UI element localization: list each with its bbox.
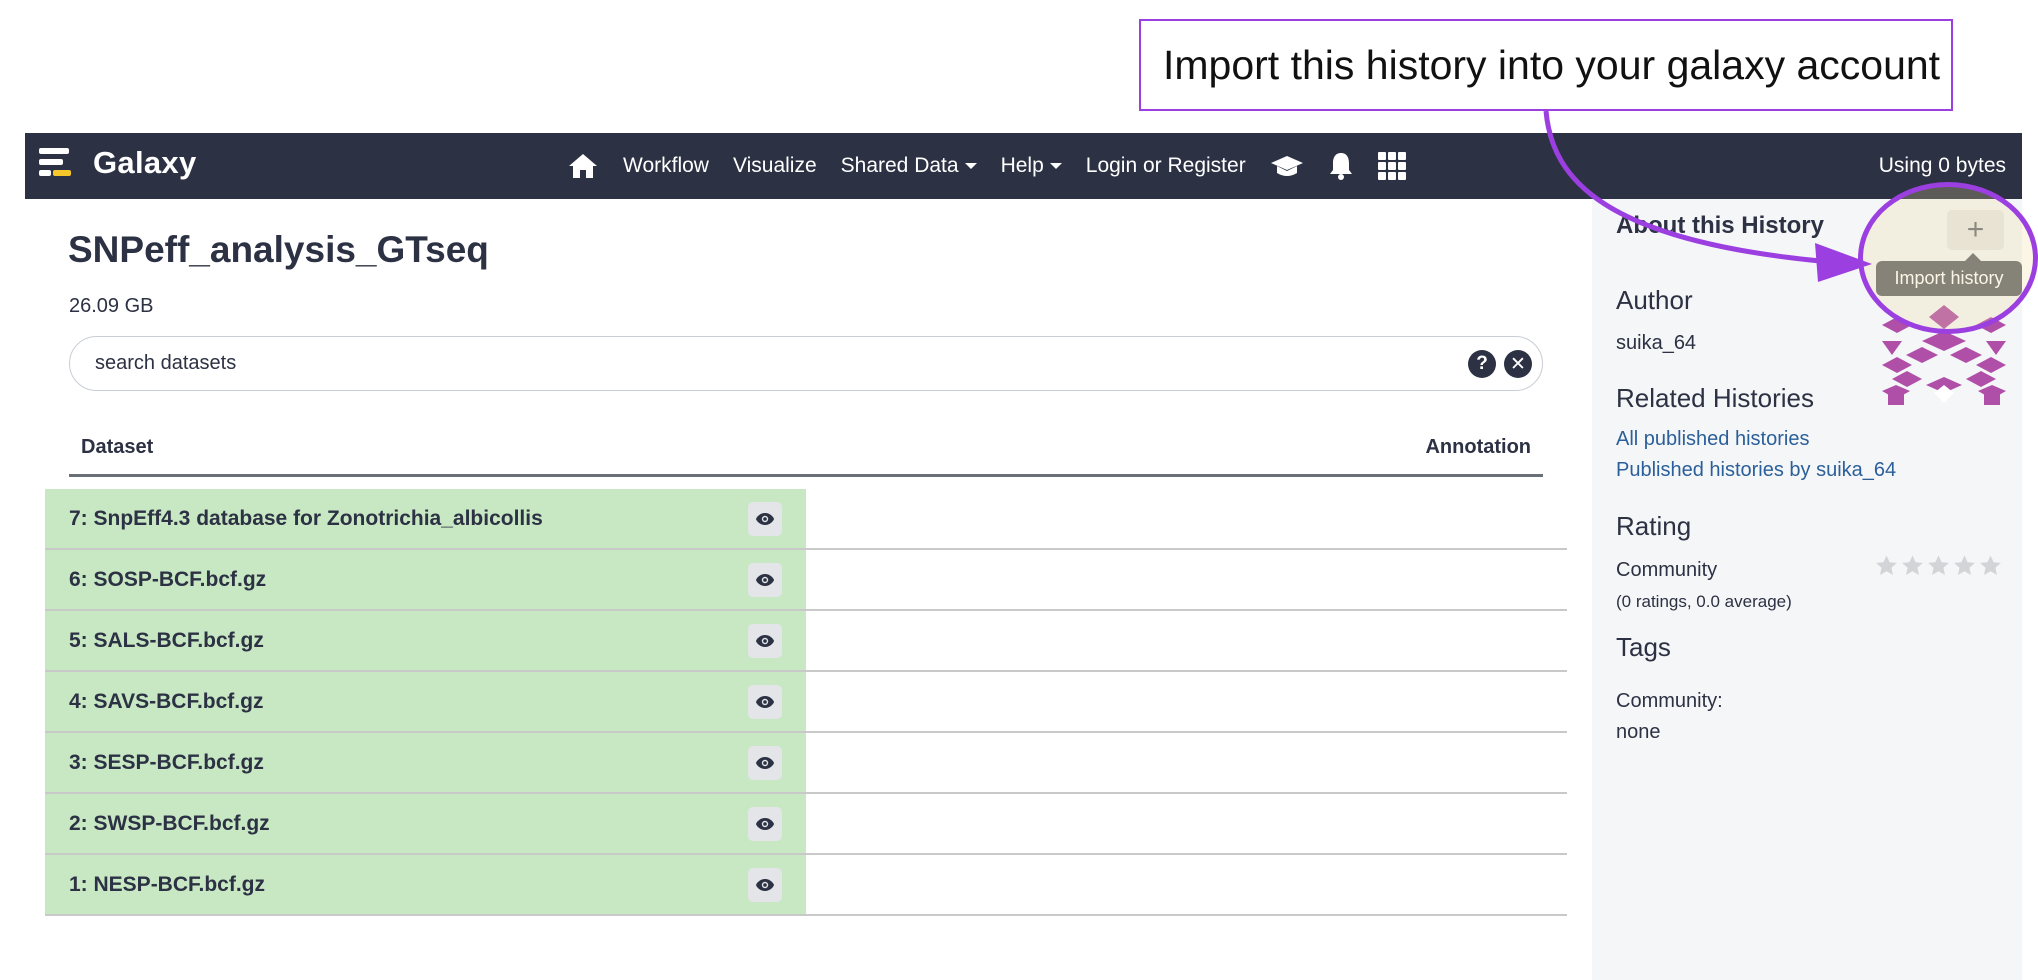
- quota-usage-label: Using 0 bytes: [1878, 154, 2006, 177]
- star-icon[interactable]: [1978, 554, 2003, 578]
- dataset-annotation: [806, 611, 1567, 670]
- history-title: SNPeff_analysis_GTseq: [68, 229, 489, 270]
- dataset-name: 5: SALS-BCF.bcf.gz: [69, 628, 264, 652]
- history-size: 26.09 GB: [69, 295, 154, 317]
- top-navbar: Galaxy Workflow Visualize Shared Data He…: [25, 133, 2022, 199]
- dataset-item[interactable]: 5: SALS-BCF.bcf.gz: [45, 611, 806, 670]
- column-header-dataset[interactable]: Dataset: [81, 436, 153, 459]
- dataset-annotation: [806, 672, 1567, 731]
- dataset-row: 1: NESP-BCF.bcf.gz: [45, 855, 1567, 916]
- brand-name: Galaxy: [93, 145, 197, 180]
- tags-heading: Tags: [1616, 632, 1671, 662]
- nav-menu: Workflow Visualize Shared Data Help Logi…: [567, 133, 1430, 199]
- eye-icon[interactable]: [748, 807, 782, 841]
- datasets-table-header: Dataset Annotation: [69, 430, 1543, 477]
- nav-help[interactable]: Help: [1001, 154, 1062, 178]
- author-heading: Author: [1616, 285, 1693, 315]
- dataset-row: 7: SnpEff4.3 database for Zonotrichia_al…: [45, 489, 1567, 550]
- import-button-highlight: [1858, 182, 2038, 334]
- eye-icon[interactable]: [748, 746, 782, 780]
- star-icon[interactable]: [1952, 554, 1977, 578]
- star-icon[interactable]: [1900, 554, 1925, 578]
- dataset-item[interactable]: 7: SnpEff4.3 database for Zonotrichia_al…: [45, 489, 806, 548]
- eye-icon[interactable]: [748, 624, 782, 658]
- dataset-name: 1: NESP-BCF.bcf.gz: [69, 872, 266, 896]
- community-tags-label: Community:: [1616, 690, 1723, 712]
- dataset-name: 3: SESP-BCF.bcf.gz: [69, 750, 264, 774]
- dataset-row: 4: SAVS-BCF.bcf.gz: [45, 672, 1567, 733]
- datasets-list: 7: SnpEff4.3 database for Zonotrichia_al…: [45, 489, 1567, 916]
- graduation-cap-icon[interactable]: [1270, 153, 1304, 179]
- chevron-down-icon: [964, 163, 977, 169]
- chevron-down-icon: [1049, 163, 1062, 169]
- published-by-author-link[interactable]: Published histories by suika_64: [1616, 459, 1896, 482]
- galaxy-logo-icon: [39, 146, 71, 180]
- clear-icon[interactable]: ✕: [1504, 350, 1532, 378]
- nav-visualize-label: Visualize: [732, 154, 817, 177]
- nav-help-label: Help: [1000, 154, 1044, 177]
- about-heading: About this History: [1616, 212, 1824, 239]
- dataset-name: 6: SOSP-BCF.bcf.gz: [69, 567, 267, 591]
- home-icon[interactable]: [567, 152, 599, 180]
- annotation-callout-text: Import this history into your galaxy acc…: [1163, 41, 1941, 88]
- star-icon[interactable]: [1926, 554, 1951, 578]
- eye-icon[interactable]: [748, 563, 782, 597]
- brand[interactable]: Galaxy: [39, 145, 197, 181]
- nav-workflow-label: Workflow: [623, 154, 709, 177]
- help-icon[interactable]: ?: [1468, 350, 1496, 378]
- dataset-row: 3: SESP-BCF.bcf.gz: [45, 733, 1567, 794]
- dataset-annotation: [806, 733, 1567, 792]
- dataset-row: 5: SALS-BCF.bcf.gz: [45, 611, 1567, 672]
- dataset-name: 2: SWSP-BCF.bcf.gz: [69, 811, 270, 835]
- dataset-item[interactable]: 2: SWSP-BCF.bcf.gz: [45, 794, 806, 853]
- annotation-callout: Import this history into your galaxy acc…: [1139, 19, 1953, 111]
- dataset-row: 6: SOSP-BCF.bcf.gz: [45, 550, 1567, 611]
- dataset-annotation: [806, 489, 1567, 548]
- community-rating-label: Community: [1616, 559, 1718, 581]
- author-name: suika_64: [1616, 332, 1697, 354]
- dataset-annotation: [806, 855, 1567, 914]
- dataset-item[interactable]: 1: NESP-BCF.bcf.gz: [45, 855, 806, 914]
- nav-login-register-label: Login or Register: [1085, 154, 1246, 177]
- bell-icon[interactable]: [1328, 151, 1354, 181]
- rating-summary: (0 ratings, 0.0 average): [1616, 592, 1792, 611]
- community-tags-value: none: [1616, 721, 1661, 743]
- dataset-name: 7: SnpEff4.3 database for Zonotrichia_al…: [69, 506, 543, 530]
- dataset-name: 4: SAVS-BCF.bcf.gz: [69, 689, 264, 713]
- dataset-row: 2: SWSP-BCF.bcf.gz: [45, 794, 1567, 855]
- dataset-annotation: [806, 794, 1567, 853]
- nav-login-register[interactable]: Login or Register: [1086, 154, 1246, 178]
- eye-icon[interactable]: [748, 502, 782, 536]
- dataset-item[interactable]: 6: SOSP-BCF.bcf.gz: [45, 550, 806, 609]
- dataset-item[interactable]: 4: SAVS-BCF.bcf.gz: [45, 672, 806, 731]
- nav-workflow[interactable]: Workflow: [623, 154, 709, 178]
- grid-icon[interactable]: [1377, 152, 1406, 180]
- dataset-item[interactable]: 3: SESP-BCF.bcf.gz: [45, 733, 806, 792]
- search-input[interactable]: [95, 352, 1542, 375]
- related-histories-heading: Related Histories: [1616, 383, 1814, 413]
- nav-shared-data-label: Shared Data: [840, 154, 959, 177]
- eye-icon[interactable]: [748, 868, 782, 902]
- dataset-annotation: [806, 550, 1567, 609]
- rating-heading: Rating: [1616, 511, 1692, 541]
- nav-shared-data[interactable]: Shared Data: [841, 154, 977, 178]
- rating-stars[interactable]: [1874, 554, 2003, 578]
- star-icon[interactable]: [1874, 554, 1899, 578]
- all-published-histories-link[interactable]: All published histories: [1616, 428, 1809, 451]
- column-header-annotation[interactable]: Annotation: [1425, 436, 1531, 459]
- dataset-search: ? ✕: [69, 336, 1543, 391]
- eye-icon[interactable]: [748, 685, 782, 719]
- nav-visualize[interactable]: Visualize: [733, 154, 817, 178]
